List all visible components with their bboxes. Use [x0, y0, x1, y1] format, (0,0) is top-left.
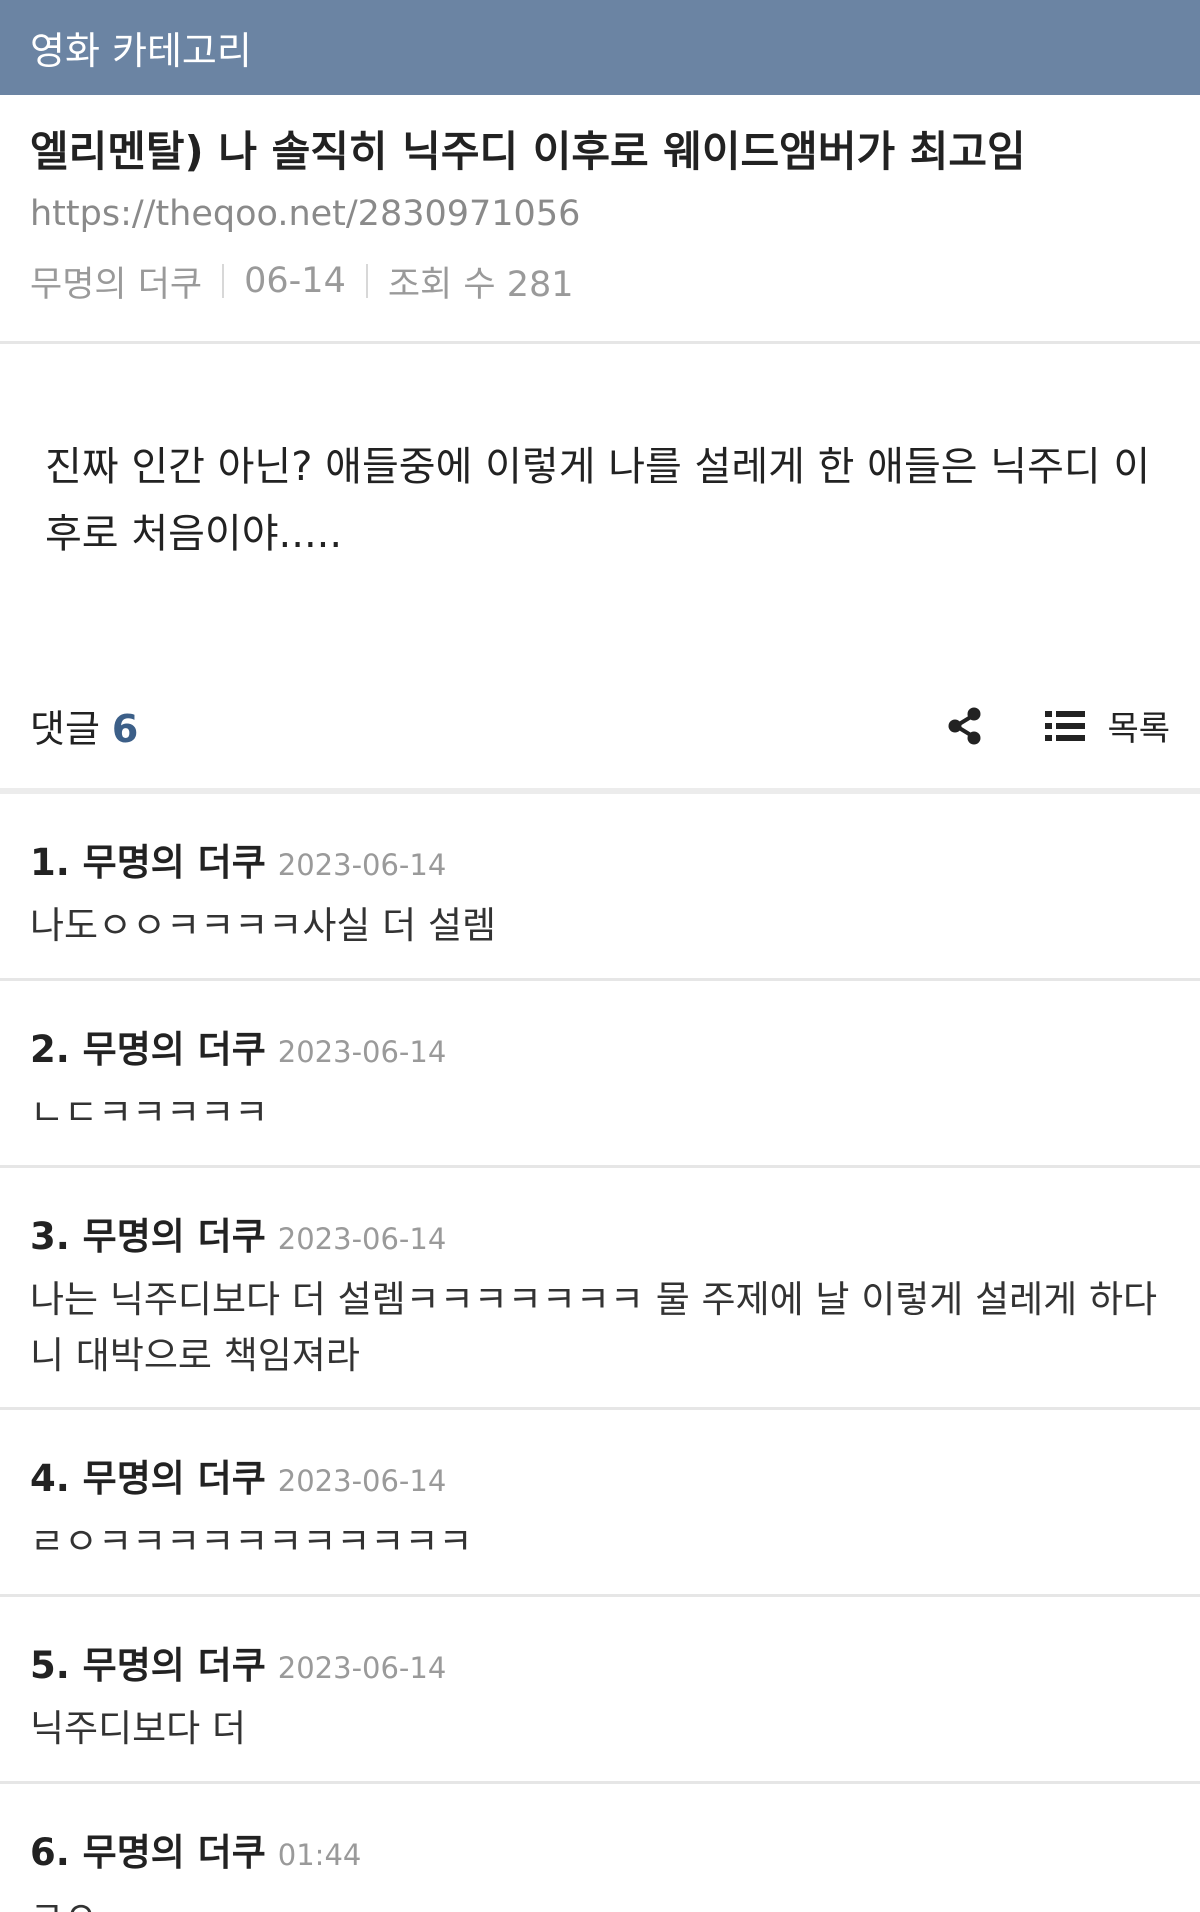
category-title[interactable]: 영화 카테고리: [30, 20, 252, 75]
post-author: 무명의 더쿠: [30, 264, 203, 305]
comment-item[interactable]: 2. 무명의 더쿠 2023-06-14 ㄴㄷㅋㅋㅋㅋㅋ: [0, 981, 1200, 1168]
comment-author: 2. 무명의 더쿠: [30, 1027, 266, 1071]
comment-date: 2023-06-14: [277, 1463, 447, 1498]
comment-text: ㄹㅇㅋㅋㅋㅋㅋㅋㅋㅋㅋㅋㅋ: [30, 1519, 473, 1563]
comment-item[interactable]: 5. 무명의 더쿠 2023-06-14 닉주디보다 더: [0, 1597, 1200, 1784]
meta-divider: [365, 264, 368, 299]
share-icon: [948, 707, 981, 745]
comment-list: 1. 무명의 더쿠 2023-06-14 나도ㅇㅇㅋㅋㅋㅋ사실 더 설렘 2. …: [0, 794, 1200, 1912]
post-views: 조회 수 281: [387, 264, 574, 305]
comment-author: 6. 무명의 더쿠: [30, 1830, 266, 1874]
comment-date: 2023-06-14: [277, 1034, 447, 1069]
share-button[interactable]: [943, 704, 987, 748]
comment-author: 3. 무명의 더쿠: [30, 1214, 266, 1258]
post-body: 진짜 인간 아닌? 애들중에 이렇게 나를 설레게 한 애들은 닉주디 이후로 …: [0, 344, 1200, 664]
comment-author: 4. 무명의 더쿠: [30, 1456, 266, 1500]
post-date: 06-14: [244, 261, 346, 302]
comment-author: 1. 무명의 더쿠: [30, 840, 266, 884]
comment-count-label: 댓글: [30, 707, 100, 752]
comment-date: 01:44: [277, 1837, 362, 1872]
comment-item[interactable]: 6. 무명의 더쿠 01:44 ㄹㅇ: [0, 1784, 1200, 1912]
comment-text: ㄹㅇ: [30, 1888, 1170, 1912]
comment-date: 2023-06-14: [277, 1650, 447, 1685]
meta-divider: [222, 264, 225, 299]
comment-item[interactable]: 3. 무명의 더쿠 2023-06-14 나는 닉주디보다 더 설렘ㅋㅋㅋㅋㅋㅋ…: [0, 1168, 1200, 1410]
post-url-link[interactable]: https://theqoo.net/2830971056: [30, 194, 1170, 234]
post-actions: 목록: [943, 701, 1170, 750]
comment-item[interactable]: 1. 무명의 더쿠 2023-06-14 나도ㅇㅇㅋㅋㅋㅋ사실 더 설렘: [0, 794, 1200, 981]
comment-text: ㄴㄷㅋㅋㅋㅋㅋ: [30, 1090, 269, 1134]
comment-text: 닉주디보다 더: [30, 1706, 247, 1750]
comment-date: 2023-06-14: [277, 1221, 447, 1256]
list-button[interactable]: 목록: [1045, 701, 1170, 750]
list-icon: [1045, 710, 1086, 741]
post-title: 엘리멘탈) 나 솔직히 닉주디 이후로 웨이드앰버가 최고임: [30, 127, 1026, 176]
comment-bar: 댓글 6 목록: [0, 664, 1200, 794]
category-header: 영화 카테고리: [0, 0, 1200, 95]
comment-text: 나는 닉주디보다 더 설렘ㅋㅋㅋㅋㅋㅋㅋ 물 주제에 날 이렇게 설레게 하다니…: [30, 1277, 1158, 1377]
comment-count-number: 6: [111, 707, 139, 752]
comment-item[interactable]: 4. 무명의 더쿠 2023-06-14 ㄹㅇㅋㅋㅋㅋㅋㅋㅋㅋㅋㅋㅋ: [0, 1410, 1200, 1597]
comment-date: 2023-06-14: [277, 847, 447, 882]
post-meta: 무명의 더쿠 06-14 조회 수 281: [30, 256, 1170, 307]
post-body-text: 진짜 인간 아닌? 애들중에 이렇게 나를 설레게 한 애들은 닉주디 이후로 …: [45, 443, 1151, 557]
comment-count: 댓글 6: [30, 698, 138, 753]
comment-author: 5. 무명의 더쿠: [30, 1643, 266, 1687]
list-button-label: 목록: [1107, 709, 1170, 750]
post-header: 엘리멘탈) 나 솔직히 닉주디 이후로 웨이드앰버가 최고임 https://t…: [0, 95, 1200, 344]
comment-text: 나도ㅇㅇㅋㅋㅋㅋ사실 더 설렘: [30, 903, 497, 947]
